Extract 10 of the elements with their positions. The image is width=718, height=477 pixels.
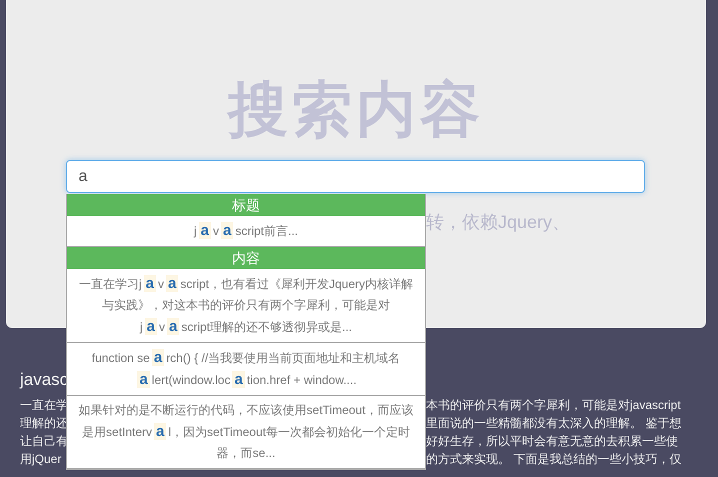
article-text: 用jQuer [20, 451, 62, 468]
article-text: 的方式来实现。 下面是我总结的一些小技巧，仅 [426, 451, 682, 468]
article-title: javasc [20, 369, 64, 391]
article-text: 本书的评价只有两个字犀利，可能是对javascript [426, 397, 682, 414]
section-header: 内容 [67, 247, 425, 269]
article-text: 里面说的一些精髓都没有太深入的理解。 鉴于想 [426, 415, 682, 432]
article-text: 好好生存，所以平时会有意无意的去积累一些使 [426, 433, 679, 450]
section-header: 标题 [67, 194, 425, 216]
article-text: 让自己有 [20, 433, 64, 450]
search-field[interactable]: a [66, 160, 644, 193]
